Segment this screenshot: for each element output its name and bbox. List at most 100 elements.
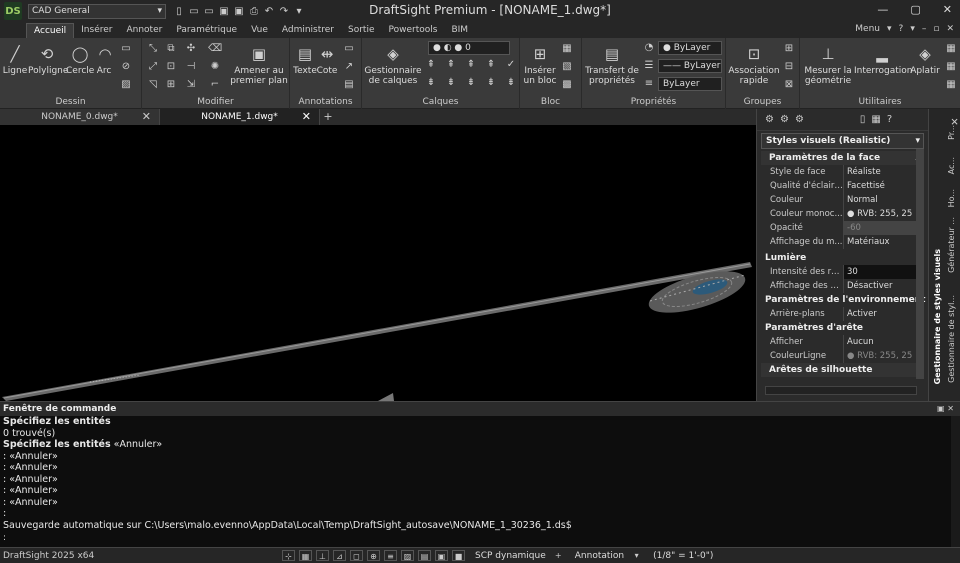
prop-value[interactable]: Activer	[843, 307, 916, 321]
color-select[interactable]: ● ByLayer	[658, 41, 722, 55]
chevron-down-icon[interactable]: ▾	[910, 24, 915, 34]
save-as-icon[interactable]: ▣	[234, 6, 244, 17]
cote-button[interactable]: ⇹ Cote	[316, 44, 338, 76]
layer-tool-icon[interactable]: ⇟	[444, 76, 458, 90]
prop-value[interactable]: Réaliste	[843, 165, 916, 179]
doc-tab-noname0[interactable]: NONAME_0.dwg* ✕	[0, 109, 160, 125]
layer-tool-icon[interactable]: ⇟	[424, 76, 438, 90]
utility-icon[interactable]: ▦	[944, 60, 958, 74]
command-scrollbar[interactable]	[951, 416, 960, 548]
array-icon[interactable]: ⊞	[164, 78, 178, 92]
esnap-icon[interactable]: ◻	[350, 550, 363, 561]
tab-vue[interactable]: Vue	[244, 23, 275, 38]
tab-bim[interactable]: BIM	[444, 23, 475, 38]
close-icon[interactable]: ✕	[943, 3, 952, 16]
redo-icon[interactable]: ↷	[279, 6, 289, 17]
side-tab-generateur[interactable]: Générateur ...	[947, 217, 956, 273]
lineweight-select[interactable]: ByLayer	[658, 77, 722, 91]
menu-button[interactable]: Menu	[855, 24, 880, 34]
save-icon[interactable]: ▣	[219, 6, 229, 17]
grid-icon[interactable]: ▦	[299, 550, 312, 561]
tab-administrer[interactable]: Administrer	[275, 23, 341, 38]
leader-icon[interactable]: ↗	[342, 60, 356, 74]
chevron-down-icon[interactable]: ▾	[887, 24, 892, 34]
scale-icon[interactable]: ⊡	[164, 60, 178, 74]
layer-tool-icon[interactable]: ⇟	[464, 76, 478, 90]
scp-dynamique-toggle[interactable]: SCP dynamique	[475, 551, 546, 561]
erase-icon[interactable]: ⌫	[208, 42, 222, 56]
minimize-doc-icon[interactable]: –	[922, 24, 927, 34]
maximize-icon[interactable]: ▢	[910, 3, 920, 16]
layer-tool-icon[interactable]: ⇞	[424, 58, 438, 72]
prop-row[interactable]: Couleur monoc... ● RVB: 255, 25	[765, 207, 916, 221]
region-icon[interactable]: ▨	[119, 78, 133, 92]
prop-row[interactable]: Intensité des re... 30	[765, 265, 916, 279]
drawing-viewport[interactable]	[0, 125, 756, 401]
tab-annoter[interactable]: Annoter	[119, 23, 169, 38]
offset-icon[interactable]: ◹	[146, 78, 160, 92]
fillet-icon[interactable]: ⌐	[208, 78, 222, 92]
prop-row[interactable]: Afficher Aucun	[765, 335, 916, 349]
aplatir-button[interactable]: ◈ Aplatir	[910, 44, 940, 76]
prop-value[interactable]: Normal	[843, 193, 916, 207]
polyligne-button[interactable]: ⟲ Polyligne	[28, 44, 68, 76]
markup-icon[interactable]: ▤	[342, 78, 356, 92]
prop-row[interactable]: Couleur Normal	[765, 193, 916, 207]
prop-row[interactable]: Arrière-plans Activer	[765, 307, 916, 321]
ungroup-icon[interactable]: ⊟	[782, 60, 796, 74]
open-recent-icon[interactable]: ▭	[204, 6, 214, 17]
prop-row[interactable]: Affichage des o... Désactiver	[765, 279, 916, 293]
prop-row[interactable]: Opacité -60	[765, 221, 916, 235]
side-tab-ac[interactable]: Ac...	[947, 157, 956, 174]
create-block-icon[interactable]: ▦	[560, 42, 574, 56]
quick-input-icon[interactable]: ▤	[418, 550, 431, 561]
model-icon[interactable]: ▨	[401, 550, 414, 561]
prop-value[interactable]: Matériaux	[843, 235, 916, 249]
select-icon[interactable]: ⚙	[765, 114, 774, 125]
command-window-controls[interactable]: ▣ ✕	[937, 402, 954, 416]
snap-icon[interactable]: ⊹	[282, 550, 295, 561]
close-doc-icon[interactable]: ✕	[946, 24, 954, 34]
prop-row[interactable]: CouleurLigne ● RVB: 255, 25	[765, 349, 916, 363]
close-icon[interactable]: ✕	[142, 109, 151, 125]
layer-select[interactable]: ● ◐ ● 0	[428, 41, 510, 55]
hatch-icon[interactable]: ⊘	[119, 60, 133, 74]
mirror-icon[interactable]: ⤢	[146, 60, 160, 74]
prop-row[interactable]: Affichage du m... Matériaux	[765, 235, 916, 249]
properties-scrollbar[interactable]	[916, 149, 924, 379]
polar-icon[interactable]: ⊿	[333, 550, 346, 561]
visual-style-select[interactable]: Styles visuels (Realistic) ▾	[761, 133, 924, 149]
tab-inserer[interactable]: Insérer	[74, 23, 119, 38]
tab-powertools[interactable]: Powertools	[382, 23, 445, 38]
layer-tool-icon[interactable]: ⇟	[484, 76, 498, 90]
gestionnaire-calques-button[interactable]: ◈ Gestionnaire de calques	[364, 44, 422, 86]
inserer-bloc-button[interactable]: ⊞ Insérer un bloc	[522, 44, 558, 86]
restore-doc-icon[interactable]: ▫	[933, 24, 939, 34]
ligne-button[interactable]: ╱ Ligne	[2, 44, 28, 76]
check-icon[interactable]: ✓	[504, 58, 518, 72]
move-icon[interactable]: ⤡	[146, 42, 160, 56]
annotation-scale-select[interactable]: Annotation	[575, 551, 624, 561]
command-input[interactable]: :	[0, 533, 948, 544]
plus-icon[interactable]: +	[552, 550, 565, 561]
rectangle-icon[interactable]: ▭	[119, 42, 133, 56]
layer-tool-icon[interactable]: ⇟	[504, 76, 518, 90]
print-icon[interactable]: ⎙	[249, 6, 259, 17]
prop-row[interactable]: Qualité d'éclaira... Facettisé	[765, 179, 916, 193]
etrack-icon[interactable]: ⊕	[367, 550, 380, 561]
lineweight-toggle-icon[interactable]: ≡	[384, 550, 397, 561]
layer-tool-icon[interactable]: ⇞	[444, 58, 458, 72]
help-icon[interactable]: ?	[887, 114, 892, 125]
edit-block-icon[interactable]: ▧	[560, 60, 574, 74]
group-edit-icon[interactable]: ⊞	[782, 42, 796, 56]
copy-icon[interactable]: ⧉	[164, 42, 178, 56]
utility-icon[interactable]: ▦	[944, 78, 958, 92]
workspace-select[interactable]: CAD General ▾	[28, 3, 166, 19]
stop-icon[interactable]: ■	[452, 550, 465, 561]
section-lumiere[interactable]: Lumière	[757, 251, 928, 265]
help-icon[interactable]: ?	[899, 24, 904, 34]
open-folder-icon[interactable]: ▭	[189, 6, 199, 17]
prop-value[interactable]: ● RVB: 255, 25	[843, 349, 916, 363]
new-file-icon[interactable]: ▯	[174, 6, 184, 17]
tab-accueil[interactable]: Accueil	[26, 23, 75, 38]
